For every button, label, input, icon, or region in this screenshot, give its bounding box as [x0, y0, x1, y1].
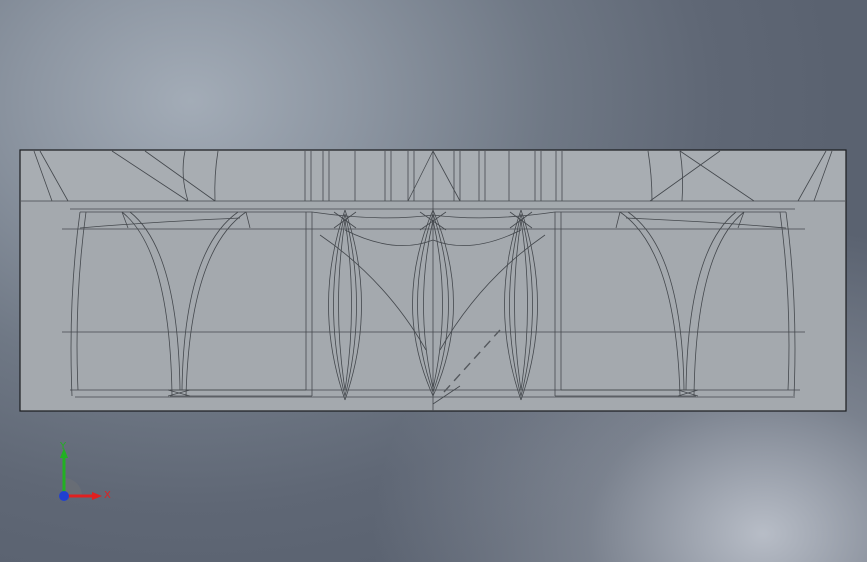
x-axis-arrow	[92, 492, 102, 500]
axis-triad: Y X	[59, 441, 111, 501]
z-axis-origin	[59, 491, 69, 501]
graphics-viewport[interactable]	[0, 0, 867, 562]
y-axis-label: Y	[59, 441, 67, 452]
x-axis-label: X	[104, 490, 111, 501]
